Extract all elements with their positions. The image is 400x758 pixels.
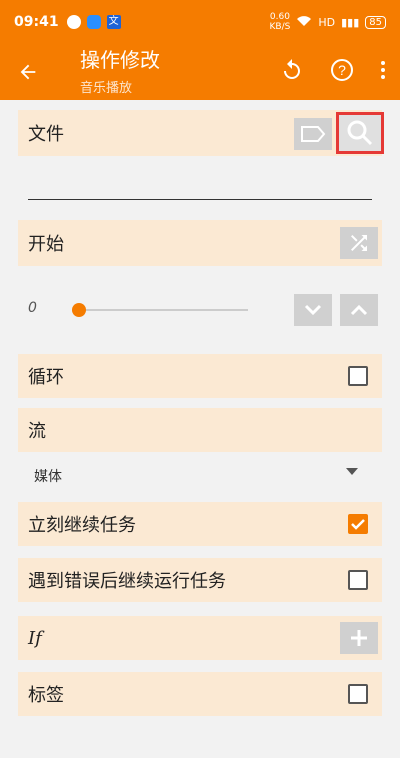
page-title: 操作修改: [80, 47, 160, 72]
check-icon: [351, 519, 365, 530]
arrow-back-icon: [20, 64, 36, 80]
if-label: If: [28, 627, 42, 649]
document-icon: 文: [106, 15, 121, 29]
wifi-icon: [296, 15, 312, 30]
status-right: 0.60 KB/S HD ▮▮▮ 85: [270, 12, 386, 32]
back-button[interactable]: [0, 44, 56, 100]
status-time: 09:41: [14, 14, 59, 30]
continue-after-error-label: 遇到错误后继续运行任务: [28, 571, 226, 592]
dropdown-arrow-icon[interactable]: [346, 468, 358, 475]
loop-checkbox[interactable]: [348, 366, 368, 386]
continue-checkbox[interactable]: [348, 514, 368, 534]
more-button[interactable]: [380, 60, 386, 84]
app-notification-icon: [86, 15, 101, 29]
chevron-up-icon: [350, 304, 368, 316]
start-label: 开始: [28, 234, 64, 255]
loop-row: 循环: [18, 354, 382, 398]
label-icon: [301, 126, 326, 142]
slider-down-button[interactable]: [294, 294, 332, 326]
if-add-button[interactable]: [340, 622, 378, 654]
file-search-button[interactable]: [336, 112, 384, 154]
content: 文件 开始 0 循环 流 媒体 立刻继续任务 遇到错误后继续运行任务 If 标签: [0, 100, 400, 758]
page-subtitle: 音乐播放: [80, 80, 133, 96]
title-block: 操作修改 音乐播放: [56, 49, 280, 96]
start-row: 开始: [18, 220, 382, 266]
continue-row: 立刻继续任务: [18, 502, 382, 546]
chevron-down-icon: [304, 304, 322, 316]
app-bar: 操作修改 音乐播放 ?: [0, 44, 400, 100]
more-vert-icon: [381, 61, 385, 79]
file-underline: [28, 199, 372, 200]
help-button[interactable]: ?: [330, 58, 354, 86]
tag-shape-button[interactable]: [294, 118, 332, 150]
search-icon: [347, 120, 373, 146]
loop-label: 循环: [28, 367, 64, 388]
file-label: 文件: [28, 124, 64, 145]
help-icon: ?: [331, 59, 353, 81]
continue-label: 立刻继续任务: [28, 515, 136, 536]
network-label: HD: [318, 15, 336, 29]
slider-value-label: 0: [28, 300, 37, 316]
continue-after-error-checkbox[interactable]: [348, 570, 368, 590]
shuffle-button[interactable]: [340, 227, 378, 259]
status-bar: 09:41 文 0.60 KB/S HD ▮▮▮ 85: [0, 0, 400, 44]
svg-text:?: ?: [338, 62, 346, 78]
tag-label: 标签: [28, 685, 64, 706]
undo-icon: [284, 59, 300, 79]
signal-icon: ▮▮▮: [341, 15, 360, 29]
slider-up-button[interactable]: [340, 294, 378, 326]
volume-slider[interactable]: [72, 303, 248, 317]
continue-after-error-row: 遇到错误后继续运行任务: [18, 558, 382, 602]
stream-row: 流: [18, 408, 382, 452]
slider-thumb[interactable]: [72, 303, 86, 317]
network-speed: 0.60 KB/S: [269, 12, 291, 32]
app-actions: ?: [280, 58, 400, 86]
undo-button[interactable]: [280, 58, 304, 86]
shuffle-icon: [351, 235, 367, 251]
add-icon: [351, 630, 367, 646]
tag-checkbox[interactable]: [348, 684, 368, 704]
battery-indicator: 85: [365, 15, 386, 29]
stream-select-value[interactable]: 媒体: [34, 466, 62, 486]
notification-icon: [66, 15, 81, 29]
tag-row: 标签: [18, 672, 382, 716]
stream-label: 流: [28, 421, 46, 442]
if-row: If: [18, 616, 382, 660]
